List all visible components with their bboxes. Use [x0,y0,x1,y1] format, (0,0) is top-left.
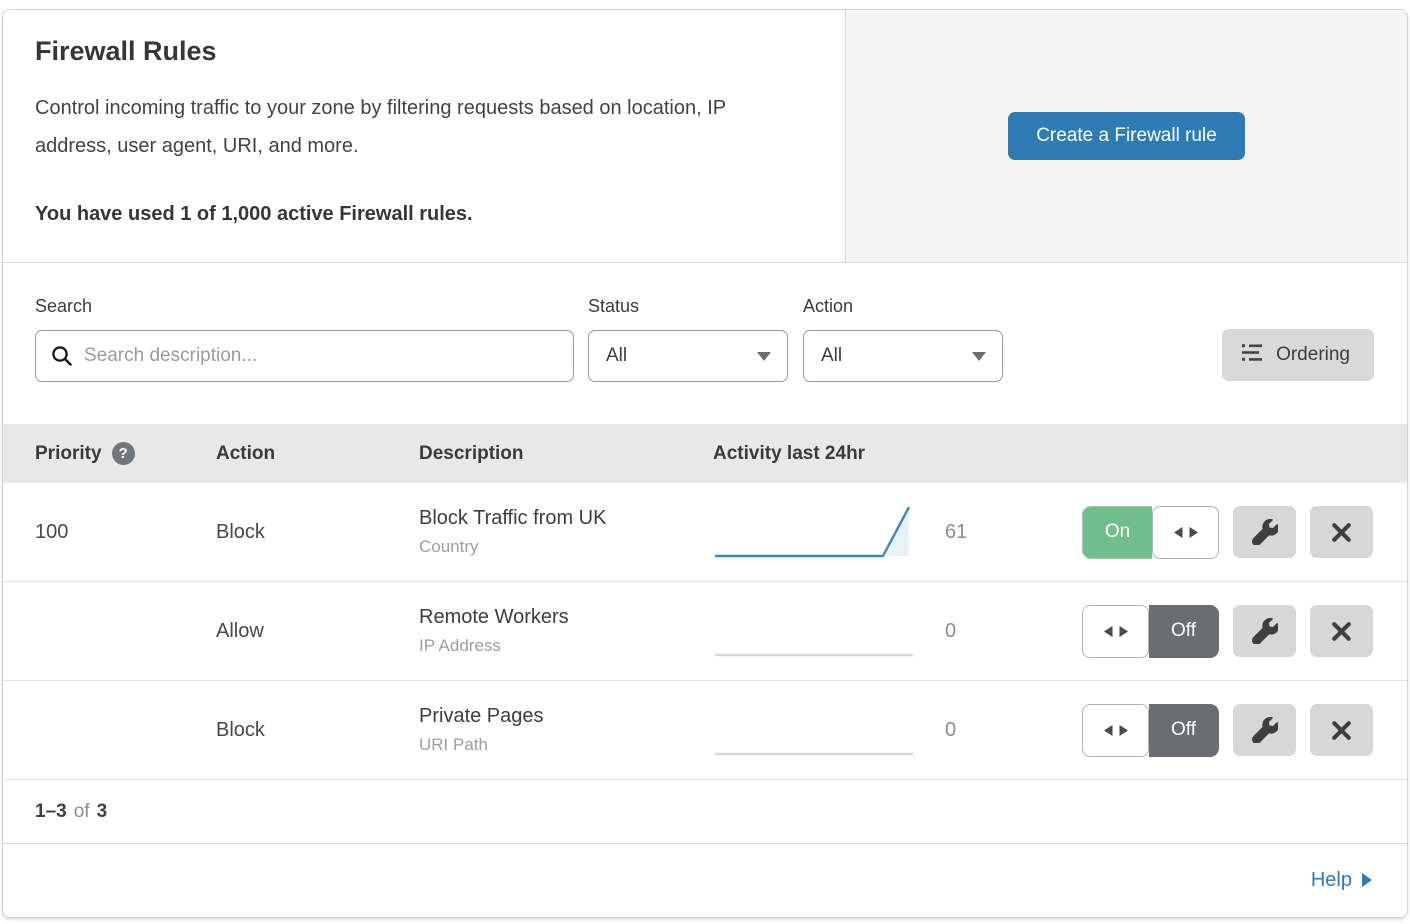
close-icon [1329,718,1354,743]
rule-description-title: Private Pages [419,705,713,728]
help-bar: Help [3,844,1407,916]
toggle-state-label: Off [1149,605,1219,658]
usage-note: You have used 1 of 1,000 active Firewall… [35,203,805,226]
rule-enabled-toggle[interactable]: Off [1082,605,1219,658]
rule-type: URI Path [419,735,713,755]
rule-enabled-toggle[interactable]: Off [1082,704,1219,757]
rule-description: Private Pages URI Path [419,705,713,755]
toggle-knob[interactable] [1082,704,1149,757]
header-action-panel: Create a Firewall rule [846,10,1407,262]
page-header: Firewall Rules Control incoming traffic … [3,10,1407,263]
action-selected-value: All [821,345,842,367]
action-select[interactable]: All [803,330,1003,382]
rule-description: Block Traffic from UK Country [419,507,713,557]
column-header-description: Description [419,443,713,465]
wrench-icon [1252,519,1278,545]
search-input[interactable] [35,330,574,382]
activity-count: 0 [945,719,956,742]
activity-count: 61 [945,521,967,544]
status-selected-value: All [606,345,627,367]
firewall-rules-page: Firewall Rules Control incoming traffic … [2,9,1408,918]
page-title: Firewall Rules [35,36,805,67]
toggle-state-label: Off [1149,704,1219,757]
edit-rule-button[interactable] [1233,506,1296,558]
toggle-state-label: On [1082,506,1152,559]
close-icon [1329,520,1354,545]
table-row: Allow Remote Workers IP Address 0 Off [3,582,1407,681]
column-header-priority: Priority ? [35,442,216,465]
close-icon [1329,619,1354,644]
activity-sparkline [713,698,918,762]
pagination-range: 1–3 [35,801,67,823]
status-select[interactable]: All [588,330,788,382]
rule-controls: On [1033,506,1407,559]
help-link-label: Help [1311,869,1352,892]
table-row: Block Private Pages URI Path 0 Off [3,681,1407,780]
left-right-arrows-icon [1104,723,1128,738]
rule-description: Remote Workers IP Address [419,606,713,656]
header-text-block: Firewall Rules Control incoming traffic … [3,10,846,262]
filter-bar: Search Status All [3,263,1407,424]
rule-activity-cell: 0 [713,698,1033,762]
toggle-knob[interactable] [1082,605,1149,658]
rule-action: Block [216,719,419,742]
chevron-down-icon [972,352,986,361]
activity-count: 0 [945,620,956,643]
rule-action: Allow [216,620,419,643]
column-header-action: Action [216,443,419,465]
rule-enabled-toggle[interactable]: On [1082,506,1219,559]
pagination-total: 3 [97,801,108,823]
priority-help-icon[interactable]: ? [112,442,135,465]
search-label: Search [35,296,574,317]
chevron-down-icon [757,352,771,361]
table-header-row: Priority ? Action Description Activity l… [3,424,1407,483]
rule-description-title: Block Traffic from UK [419,507,713,530]
rule-description-title: Remote Workers [419,606,713,629]
page-description: Control incoming traffic to your zone by… [35,89,805,165]
edit-rule-button[interactable] [1233,704,1296,756]
rule-type: Country [419,537,713,557]
left-right-arrows-icon [1174,525,1198,540]
delete-rule-button[interactable] [1310,506,1373,558]
rule-activity-cell: 0 [713,599,1033,663]
create-firewall-rule-button[interactable]: Create a Firewall rule [1008,112,1245,160]
rule-controls: Off [1033,605,1407,658]
ordering-button[interactable]: Ordering [1222,329,1374,381]
help-link[interactable]: Help [1311,869,1373,892]
rule-action: Block [216,521,419,544]
rule-activity-cell: 61 [713,500,1033,564]
column-header-activity: Activity last 24hr [713,443,1033,465]
table-row: 100 Block Block Traffic from UK Country … [3,483,1407,582]
rule-type: IP Address [419,636,713,656]
left-right-arrows-icon [1104,624,1128,639]
toggle-knob[interactable] [1152,506,1219,559]
edit-rule-button[interactable] [1233,605,1296,657]
pagination-of: of [74,801,90,823]
wrench-icon [1252,618,1278,644]
status-label: Status [588,296,788,317]
wrench-icon [1252,717,1278,743]
search-icon [50,344,74,373]
right-arrow-icon [1361,872,1373,888]
delete-rule-button[interactable] [1310,605,1373,657]
activity-sparkline [713,500,918,564]
rule-priority: 100 [35,521,216,544]
ordering-button-label: Ordering [1276,344,1350,366]
rule-controls: Off [1033,704,1407,757]
delete-rule-button[interactable] [1310,704,1373,756]
action-label: Action [803,296,1003,317]
ordering-list-icon [1242,343,1264,368]
pagination-bar: 1–3 of 3 [3,780,1407,844]
activity-sparkline [713,599,918,663]
